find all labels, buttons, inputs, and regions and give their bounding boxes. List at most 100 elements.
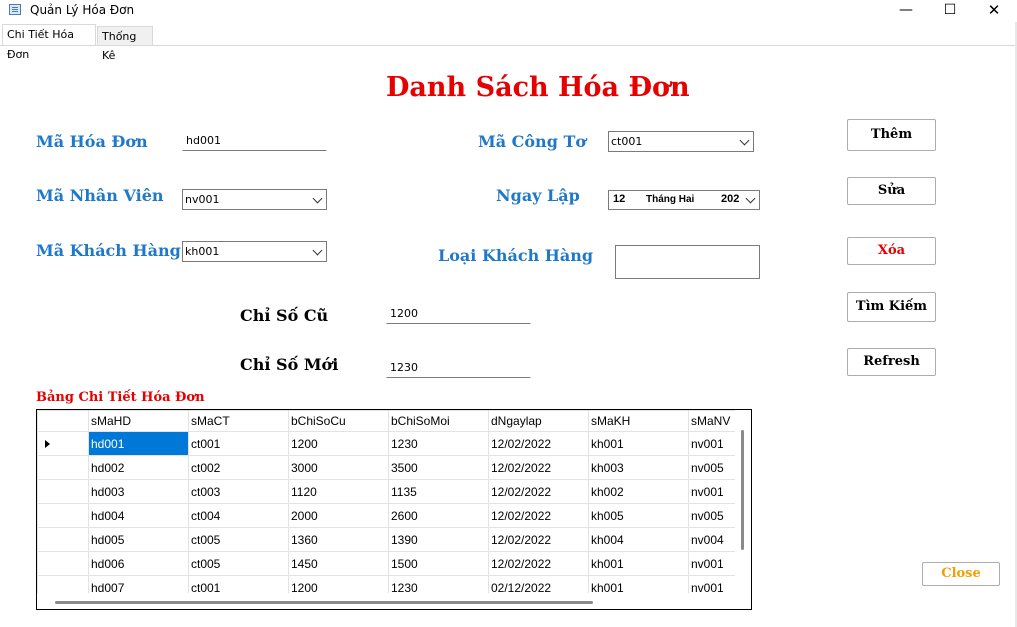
table-cell[interactable]: 1120	[288, 479, 389, 504]
table-cell[interactable]: 12/02/2022	[488, 479, 589, 504]
table-cell[interactable]: hd002	[88, 455, 189, 480]
ngay-lap-month[interactable]: Tháng Hai	[646, 194, 694, 205]
column-header[interactable]: sMaKH	[588, 410, 689, 432]
row-header[interactable]	[37, 479, 89, 504]
ma-cong-to-value: ct001	[611, 135, 643, 148]
close-window-button[interactable]: ✕	[971, 0, 1017, 22]
row-header-corner	[37, 410, 89, 432]
column-header[interactable]: sMaHD	[88, 410, 189, 432]
loai-khach-hang-input[interactable]	[615, 245, 760, 279]
table-cell[interactable]: 12/02/2022	[488, 431, 589, 456]
tab-strip: Chi Tiết Hóa Đơn Thống Kê	[0, 24, 1017, 62]
table-cell[interactable]: ct001	[188, 431, 289, 456]
table-cell[interactable]: ct003	[188, 479, 289, 504]
row-header[interactable]	[37, 455, 89, 480]
ngay-lap-date-picker[interactable]: 12 Tháng Hai 202	[608, 190, 760, 210]
table-row[interactable]: hd002 ct002 3000 3500 12/02/2022 kh003 nv005	[37, 455, 749, 480]
table-cell[interactable]: kh001	[588, 551, 689, 576]
row-header[interactable]	[37, 527, 89, 552]
table-cell[interactable]: hd001	[88, 431, 189, 456]
grid-header-row: sMaHD sMaCT bChiSoCu bChiSoMoi dNgaylap …	[37, 410, 749, 432]
table-cell[interactable]: 12/02/2022	[488, 551, 589, 576]
vertical-scroll-thumb[interactable]	[741, 430, 744, 550]
ngay-lap-label: Ngay Lập	[496, 186, 580, 205]
table-cell[interactable]: 12/02/2022	[488, 455, 589, 480]
sua-button[interactable]: Sửa	[847, 177, 936, 205]
table-cell[interactable]: 1450	[288, 551, 389, 576]
tab-chi-tiet-hoa-don[interactable]: Chi Tiết Hóa Đơn	[2, 24, 96, 61]
xoa-button[interactable]: Xóa	[847, 237, 936, 265]
row-header[interactable]	[37, 551, 89, 576]
row-header[interactable]	[37, 431, 89, 456]
minimize-button[interactable]: —	[883, 0, 929, 22]
close-button[interactable]: Close	[922, 562, 1000, 586]
current-row-arrow-icon	[45, 439, 50, 448]
table-cell[interactable]: 1390	[388, 527, 489, 552]
maximize-button[interactable]: ☐	[927, 0, 973, 22]
table-row[interactable]: hd003 ct003 1120 1135 12/02/2022 kh002 nv001	[37, 479, 749, 504]
ma-khach-hang-label: Mã Khách Hàng	[36, 241, 181, 260]
table-cell[interactable]: kh001	[588, 431, 689, 456]
refresh-button[interactable]: Refresh	[847, 348, 936, 376]
ma-hoa-don-label: Mã Hóa Đơn	[36, 132, 148, 151]
table-cell[interactable]: 1500	[388, 551, 489, 576]
data-grid[interactable]: sMaHD sMaCT bChiSoCu bChiSoMoi dNgaylap …	[36, 409, 752, 610]
table-cell[interactable]: ct005	[188, 527, 289, 552]
ma-nhan-vien-combo[interactable]: nv001	[182, 189, 327, 210]
table-cell[interactable]: 3500	[388, 455, 489, 480]
table-row[interactable]: hd004 ct004 2000 2600 12/02/2022 kh005 nv005	[37, 503, 749, 528]
vertical-scrollbar[interactable]	[735, 410, 751, 593]
table-cell[interactable]: 2600	[388, 503, 489, 528]
table-cell[interactable]: 1135	[388, 479, 489, 504]
calendar-dropdown-icon[interactable]	[745, 193, 756, 204]
ma-nhan-vien-label: Mã Nhân Viên	[36, 186, 164, 205]
table-cell[interactable]: ct005	[188, 551, 289, 576]
ngay-lap-day[interactable]: 12	[613, 193, 625, 205]
chevron-down-icon	[312, 193, 323, 204]
table-cell[interactable]: 2000	[288, 503, 389, 528]
row-header[interactable]	[37, 503, 89, 528]
loai-khach-hang-label: Loại Khách Hàng	[438, 246, 594, 265]
column-header[interactable]: sMaCT	[188, 410, 289, 432]
ngay-lap-year[interactable]: 202	[721, 193, 739, 205]
app-icon	[9, 4, 21, 15]
table-cell[interactable]: kh002	[588, 479, 689, 504]
column-header[interactable]: bChiSoCu	[288, 410, 389, 432]
column-header[interactable]: dNgaylap	[488, 410, 589, 432]
horizontal-scrollbar[interactable]	[37, 593, 751, 609]
table-row[interactable]: hd005 ct005 1360 1390 12/02/2022 kh004 nv004	[37, 527, 749, 552]
ma-cong-to-label: Mã Công Tơ	[478, 132, 587, 151]
table-cell[interactable]: hd003	[88, 479, 189, 504]
horizontal-scroll-thumb[interactable]	[55, 601, 593, 604]
ma-cong-to-combo[interactable]: ct001	[608, 131, 754, 152]
table-cell[interactable]: 3000	[288, 455, 389, 480]
ma-khach-hang-value: kh001	[185, 245, 220, 258]
table-cell[interactable]: ct004	[188, 503, 289, 528]
table-cell[interactable]: kh003	[588, 455, 689, 480]
tab-divider	[0, 45, 1017, 46]
table-cell[interactable]: 1200	[288, 431, 389, 456]
chevron-down-icon	[312, 245, 323, 256]
table-cell[interactable]: kh004	[588, 527, 689, 552]
them-button[interactable]: Thêm	[847, 119, 936, 151]
ma-khach-hang-combo[interactable]: kh001	[182, 241, 327, 262]
ma-hoa-don-input[interactable]: hd001	[182, 131, 327, 151]
column-header[interactable]: bChiSoMoi	[388, 410, 489, 432]
table-cell[interactable]: 12/02/2022	[488, 527, 589, 552]
table-cell[interactable]: hd004	[88, 503, 189, 528]
table-cell[interactable]: 1230	[388, 431, 489, 456]
table-cell[interactable]: kh005	[588, 503, 689, 528]
tab-thong-ke[interactable]: Thống Kê	[97, 26, 153, 62]
chi-so-moi-input[interactable]: 1230	[386, 358, 531, 378]
table-cell[interactable]: ct002	[188, 455, 289, 480]
tim-kiem-button[interactable]: Tìm Kiếm	[847, 292, 936, 322]
table-cell[interactable]: 1360	[288, 527, 389, 552]
table-cell[interactable]: 12/02/2022	[488, 503, 589, 528]
table-cell[interactable]: hd005	[88, 527, 189, 552]
grid-table: sMaHD sMaCT bChiSoCu bChiSoMoi dNgaylap …	[37, 410, 749, 600]
chi-so-cu-input[interactable]: 1200	[386, 304, 531, 324]
window-title: Quản Lý Hóa Đơn	[30, 3, 135, 17]
table-row[interactable]: hd001 ct001 1200 1230 12/02/2022 kh001 nv001	[37, 431, 749, 456]
table-cell[interactable]: hd006	[88, 551, 189, 576]
table-row[interactable]: hd006 ct005 1450 1500 12/02/2022 kh001 nv001	[37, 551, 749, 576]
